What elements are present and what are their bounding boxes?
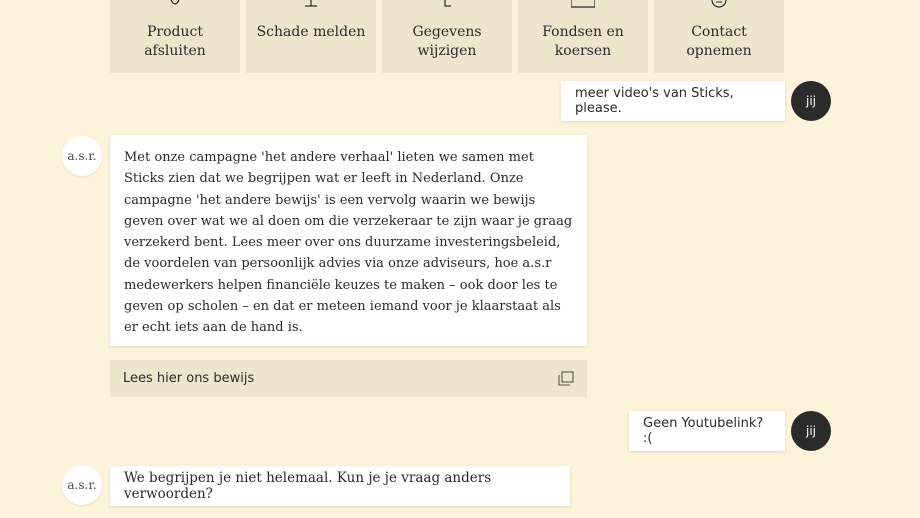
tile-label: Product afsluiten: [144, 24, 206, 59]
user-avatar-label: jij: [805, 424, 816, 438]
bot-message: Met onze campagne 'het andere verhaal' l…: [110, 135, 587, 346]
edit-data-icon: [444, 0, 451, 7]
tile-gegevens-wijzigen[interactable]: Gegevens wijzigen: [382, 0, 512, 73]
tile-label: Contact opnemen: [686, 24, 752, 59]
bot-avatar-label: a.s.r.: [67, 149, 97, 163]
bot-avatar-label: a.s.r.: [67, 478, 97, 492]
funds-icon: [571, 0, 595, 8]
user-avatar: jij: [791, 411, 831, 451]
tile-label: Schade melden: [256, 24, 366, 40]
contact-icon: [711, 0, 727, 8]
bot-message: We begrijpen je niet helemaal. Kun je je…: [110, 466, 570, 506]
tile-fondsen-en-koersen[interactable]: Fondsen en koersen: [518, 0, 648, 73]
user-message-text: meer video's van Sticks, please.: [575, 86, 734, 116]
tile-product-afsluiten[interactable]: Product afsluiten: [110, 0, 240, 73]
bot-avatar: a.s.r.: [62, 136, 102, 176]
external-link-icon: [558, 371, 574, 386]
user-message: meer video's van Sticks, please.: [561, 81, 785, 121]
user-message-text: Geen Youtubelink? :(: [643, 416, 764, 446]
bot-avatar: a.s.r.: [62, 465, 102, 505]
tile-contact-opnemen[interactable]: Contact opnemen: [654, 0, 784, 73]
tile-schade-melden[interactable]: Schade melden: [246, 0, 376, 73]
user-avatar-label: jij: [805, 94, 816, 108]
user-avatar: jij: [791, 81, 831, 121]
bot-message-text: We begrijpen je niet helemaal. Kun je je…: [124, 470, 492, 502]
bewijs-link[interactable]: Lees hier ons bewijs: [110, 360, 587, 397]
tile-label: Gegevens wijzigen: [412, 24, 482, 59]
damage-icon: [305, 0, 317, 7]
user-message: Geen Youtubelink? :(: [629, 411, 785, 451]
tile-label: Fondsen en koersen: [542, 24, 624, 59]
product-icon: [170, 0, 180, 5]
bot-message-text: Met onze campagne 'het andere verhaal' l…: [124, 150, 573, 336]
bewijs-link-label: Lees hier ons bewijs: [123, 371, 255, 386]
